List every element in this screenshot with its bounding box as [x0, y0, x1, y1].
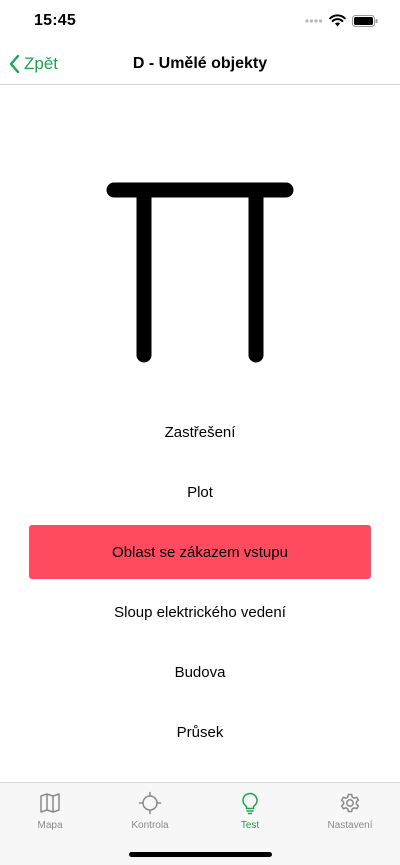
- tab-label: Mapa: [37, 820, 63, 831]
- answer-option-label: Budova: [174, 664, 226, 682]
- navigation-bar: Zpět D - Umělé objekty: [0, 44, 400, 85]
- tab-kontrola[interactable]: Kontrola: [100, 791, 200, 831]
- map-symbol-image: [106, 182, 294, 363]
- page-title: D - Umělé objekty: [132, 55, 268, 72]
- answer-option-label: Oblast se zákazem vstupu: [112, 543, 288, 561]
- wifi-icon: [329, 14, 346, 27]
- tab-label: Test: [240, 820, 260, 831]
- answer-option[interactable]: Průsek: [29, 706, 371, 760]
- status-time: 15:45: [34, 12, 76, 29]
- tab-label: Nastavení: [327, 820, 373, 831]
- answer-option-label: Zastřešení: [164, 423, 236, 441]
- lightbulb-icon: [242, 792, 258, 815]
- answer-options: Zastřešení Plot Oblast se zákazem vstupu…: [29, 405, 371, 766]
- status-icons: [305, 14, 378, 27]
- answer-option-selected[interactable]: Oblast se zákazem vstupu: [29, 525, 371, 580]
- tab-test[interactable]: Test: [200, 791, 300, 831]
- answer-option-label: Průsek: [176, 724, 224, 742]
- tab-nastaveni[interactable]: Nastavení: [300, 791, 400, 831]
- map-icon: [40, 793, 60, 813]
- answer-option[interactable]: Budova: [29, 646, 371, 700]
- answer-option-label: Plot: [187, 483, 213, 501]
- home-indicator: [129, 852, 272, 857]
- gear-icon: [340, 793, 360, 813]
- answer-option[interactable]: Plot: [29, 465, 371, 519]
- answer-option-label: Sloup elektrického vedení: [114, 604, 286, 622]
- status-bar: 15:45: [0, 0, 400, 44]
- signal-icon: [305, 18, 323, 23]
- battery-icon: [352, 14, 378, 27]
- tab-label: Kontrola: [131, 820, 169, 831]
- answer-option[interactable]: Sloup elektrického vedení: [29, 586, 371, 640]
- crosshair-icon: [138, 791, 162, 815]
- tab-mapa[interactable]: Mapa: [0, 791, 100, 831]
- answer-option[interactable]: Zastřešení: [29, 405, 371, 459]
